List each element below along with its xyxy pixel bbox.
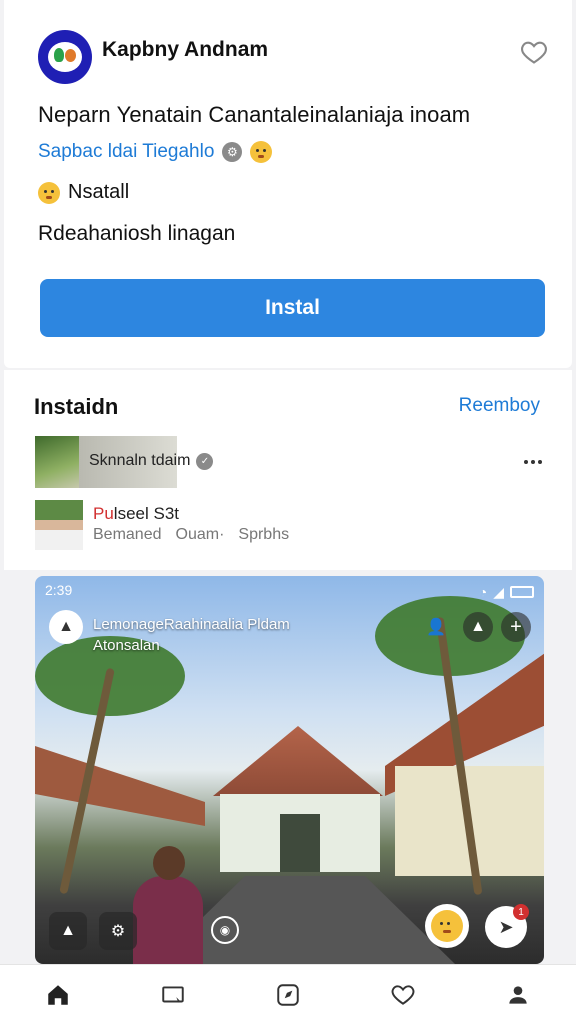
reaction-button[interactable] bbox=[425, 904, 469, 948]
compass-icon bbox=[277, 983, 299, 1006]
tab-favorites[interactable] bbox=[383, 975, 423, 1015]
status-time: 2:39 bbox=[45, 582, 73, 598]
post-title: LemonageRaahinaalia Pldam Atonsalan bbox=[93, 614, 290, 656]
section-title: Instaidn bbox=[34, 394, 119, 419]
item-label-text: Sknnaln tdaim bbox=[89, 452, 191, 469]
section-link[interactable]: Reemboy bbox=[459, 395, 540, 417]
description-line: Rdeahaniosh linagan bbox=[38, 222, 236, 245]
user-icon[interactable]: 👤 bbox=[421, 612, 451, 642]
item-meta-3: Sprbhs bbox=[238, 526, 290, 543]
heart-icon[interactable] bbox=[520, 38, 548, 66]
post-title-line2: Atonsalan bbox=[93, 637, 160, 654]
status-line: Nsatall bbox=[38, 181, 129, 204]
smiley-emoji-icon bbox=[38, 181, 60, 204]
tab-profile[interactable] bbox=[498, 975, 538, 1015]
list-item[interactable]: Sknnaln tdaim ✓ bbox=[35, 436, 545, 488]
info-chip-icon: ⚙ bbox=[222, 142, 243, 162]
item-title-accent: Pu bbox=[93, 504, 114, 523]
app-subline[interactable]: Sapbac ldai Tiegahlo ⚙ bbox=[38, 141, 273, 163]
tab-explore[interactable] bbox=[268, 975, 308, 1015]
item-title: Pulseel S3t bbox=[93, 504, 179, 524]
post-title-line1: LemonageRaahinaalia Pldam bbox=[93, 616, 290, 633]
app-name[interactable]: Kapbny Andnam bbox=[102, 38, 268, 62]
bottom-tab-bar bbox=[0, 964, 576, 1024]
list-item[interactable]: Pulseel S3t Bemaned Ouam· Sprbhs bbox=[35, 500, 545, 552]
signal-icon: ◢ bbox=[493, 583, 504, 600]
tab-home[interactable] bbox=[38, 975, 78, 1015]
scene-house-center bbox=[220, 794, 380, 872]
wifi-icon: ◔ bbox=[478, 584, 488, 600]
home-icon bbox=[47, 984, 68, 1005]
add-icon[interactable]: + bbox=[501, 612, 531, 642]
item-meta-2: Ouam· bbox=[175, 526, 225, 543]
bell-icon[interactable]: ▲ bbox=[463, 612, 493, 642]
item-thumbnail bbox=[35, 436, 83, 488]
eye-icon[interactable]: ◉ bbox=[211, 916, 239, 944]
battery-icon bbox=[510, 586, 534, 598]
more-options-icon[interactable] bbox=[521, 450, 545, 474]
subline-text[interactable]: Sapbac ldai Tiegahlo bbox=[38, 141, 214, 163]
tab-cast[interactable] bbox=[153, 975, 193, 1015]
item-meta-1: Bemaned bbox=[93, 526, 162, 543]
photo-status-bar: 2:39 ◔ ◢ bbox=[45, 582, 534, 602]
app-card: Kapbny Andnam Neparn Yenatain Canantalei… bbox=[4, 0, 572, 368]
item-thumbnail bbox=[35, 500, 83, 550]
share-button[interactable]: ➤ 1 bbox=[485, 904, 529, 948]
verified-icon: ✓ bbox=[196, 452, 214, 470]
install-button[interactable]: Instal bbox=[40, 279, 545, 337]
smiley-emoji-icon bbox=[250, 141, 273, 163]
item-label: Sknnaln tdaim ✓ bbox=[89, 452, 214, 470]
status-text: Nsatall bbox=[68, 181, 130, 203]
item-meta: Bemaned Ouam· Sprbhs bbox=[93, 526, 289, 544]
app-headline: Neparn Yenatain Canantaleinalaniaja inoa… bbox=[38, 102, 471, 127]
scene-person bbox=[133, 846, 203, 964]
heart-icon bbox=[391, 984, 415, 1005]
upvote-icon[interactable]: ▲ bbox=[49, 912, 87, 950]
post-author-avatar[interactable]: ▲ bbox=[49, 610, 83, 644]
smiley-emoji-icon bbox=[431, 910, 463, 942]
installed-section: Instaidn Reemboy Sknnaln tdaim ✓ Pulseel… bbox=[4, 370, 572, 570]
app-avatar[interactable] bbox=[38, 30, 92, 84]
status-icons: ◔ ◢ bbox=[479, 582, 534, 602]
scene-roof-center bbox=[213, 726, 383, 796]
share-badge: 1 bbox=[513, 904, 529, 920]
cast-icon bbox=[162, 985, 184, 1003]
photo-post[interactable]: 2:39 ◔ ◢ ▲ LemonageRaahinaalia Pldam Ato… bbox=[35, 576, 544, 964]
item-title-text: lseel S3t bbox=[113, 504, 179, 523]
scene-roof-left bbox=[35, 746, 205, 826]
profile-icon bbox=[509, 985, 528, 1004]
brain-logo-icon bbox=[48, 42, 82, 72]
gear-icon[interactable]: ⚙ bbox=[99, 912, 137, 950]
